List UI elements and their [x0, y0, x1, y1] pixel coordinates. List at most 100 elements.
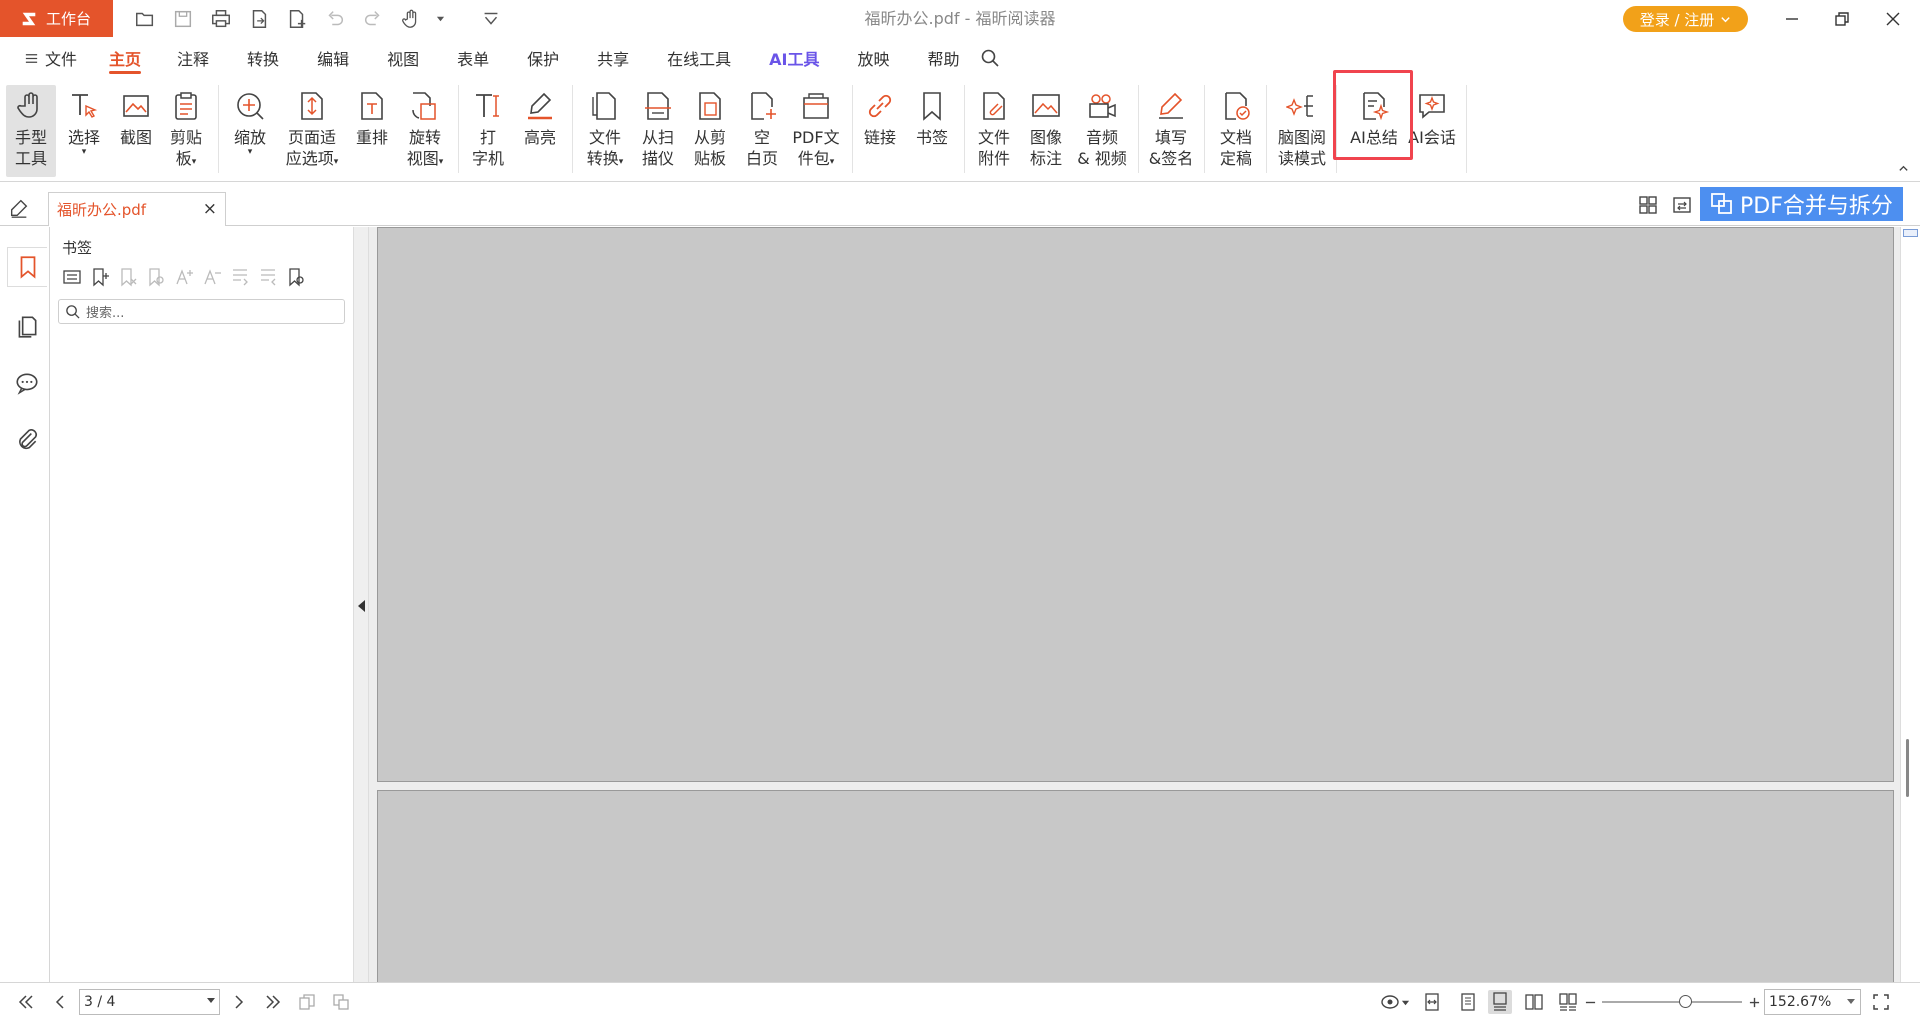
- fit-page-button[interactable]: 页面适 应选项▾: [280, 85, 344, 177]
- page-number-field[interactable]: 3 / 4: [79, 989, 220, 1015]
- undo-icon[interactable]: [316, 0, 354, 37]
- audio-video-button[interactable]: 音频 & 视频: [1074, 85, 1130, 177]
- close-tab-icon[interactable]: ×: [203, 199, 217, 219]
- menu-slideshow[interactable]: 放映: [858, 37, 890, 79]
- zoom-dropdown-icon[interactable]: [1847, 999, 1855, 1004]
- previous-page-icon[interactable]: [48, 990, 72, 1014]
- two-page-continuous-icon[interactable]: [1556, 990, 1580, 1014]
- tab-document[interactable]: 福昕办公.pdf ×: [48, 192, 226, 226]
- menu-edit[interactable]: 编辑: [317, 37, 349, 79]
- zoom-level-field[interactable]: 152.67%: [1764, 989, 1861, 1015]
- file-attachment-button[interactable]: 文件 附件: [972, 85, 1016, 177]
- menu-view[interactable]: 视图: [387, 37, 419, 79]
- image-annotation-button[interactable]: 图像 标注: [1024, 85, 1068, 177]
- vertical-scrollbar[interactable]: [1900, 227, 1920, 982]
- comment-icon[interactable]: [7, 363, 47, 403]
- panel-collapse-handle[interactable]: [353, 227, 369, 982]
- single-page-icon[interactable]: [1456, 990, 1480, 1014]
- collapse-ribbon-icon[interactable]: [1898, 163, 1909, 174]
- zoom-in-icon[interactable]: [1746, 990, 1762, 1014]
- menu-convert[interactable]: 转换: [247, 37, 279, 79]
- menu-form[interactable]: 表单: [457, 37, 489, 79]
- menu-protect[interactable]: 保护: [527, 37, 559, 79]
- hand-tool-button[interactable]: 手型 工具: [6, 85, 56, 177]
- bookmark-settings-icon[interactable]: [284, 265, 308, 289]
- fill-sign-button[interactable]: 填写 &签名: [1146, 85, 1196, 177]
- highlight-button[interactable]: 高亮: [518, 85, 562, 177]
- pdf-package-button[interactable]: PDF文 件包▾: [790, 85, 842, 177]
- blank-page-button[interactable]: 空 白页: [740, 85, 784, 177]
- finalize-button[interactable]: 文档 定稿: [1214, 85, 1258, 177]
- decrease-font-icon[interactable]: [200, 265, 224, 289]
- zoom-slider-track[interactable]: [1602, 1001, 1742, 1003]
- menu-online-tools[interactable]: 在线工具: [667, 37, 731, 79]
- save-icon[interactable]: [164, 0, 202, 37]
- previous-view-icon[interactable]: [295, 990, 319, 1014]
- mindmap-button[interactable]: 脑图阅 读模式: [1274, 85, 1330, 177]
- zoom-out-icon[interactable]: [1582, 990, 1598, 1014]
- fullscreen-icon[interactable]: [1869, 990, 1893, 1014]
- open-folder-icon[interactable]: [126, 0, 164, 37]
- clipboard-button[interactable]: 剪贴 板▾: [164, 85, 208, 177]
- pages-icon[interactable]: [7, 307, 47, 347]
- workspace-button[interactable]: 工作台: [0, 0, 113, 37]
- add-bookmark-icon[interactable]: [88, 265, 112, 289]
- delete-bookmark-icon[interactable]: [116, 265, 140, 289]
- from-scanner-button[interactable]: 从扫 描仪: [636, 85, 680, 177]
- login-button[interactable]: 登录 / 注册: [1623, 6, 1748, 32]
- menu-annotate[interactable]: 注释: [177, 37, 209, 79]
- document-view[interactable]: [369, 227, 1920, 982]
- edit-pen-icon[interactable]: [8, 197, 30, 219]
- export-icon[interactable]: [240, 0, 278, 37]
- fit-width-icon[interactable]: [1420, 990, 1444, 1014]
- hand-icon[interactable]: [392, 0, 430, 37]
- first-page-icon[interactable]: [14, 990, 38, 1014]
- eye-dropdown-icon[interactable]: [1398, 990, 1412, 1014]
- bookmark-button[interactable]: 书签: [910, 85, 954, 177]
- convert-file-button[interactable]: 文件 转换▾: [580, 85, 630, 177]
- menu-help[interactable]: 帮助: [928, 37, 960, 79]
- next-page-icon[interactable]: [227, 990, 251, 1014]
- menu-file[interactable]: 文件: [24, 37, 77, 79]
- bookmark-panel-icon[interactable]: [7, 247, 47, 287]
- scroll-split-handle[interactable]: [1903, 229, 1918, 237]
- hand-dropdown-icon[interactable]: [430, 0, 450, 37]
- two-page-icon[interactable]: [1522, 990, 1546, 1014]
- grid-view-icon[interactable]: [1638, 195, 1658, 215]
- reflow-button[interactable]: 重排: [352, 85, 392, 177]
- menu-share[interactable]: 共享: [597, 37, 629, 79]
- pdf-merge-split-button[interactable]: PDF合并与拆分: [1700, 187, 1903, 221]
- print-icon[interactable]: [202, 0, 240, 37]
- scrollbar-thumb[interactable]: [1906, 739, 1909, 797]
- zoom-slider-knob[interactable]: [1679, 995, 1692, 1008]
- expand-bookmark-icon[interactable]: [228, 265, 252, 289]
- customize-icon[interactable]: [472, 0, 510, 37]
- link-button[interactable]: 链接: [860, 85, 900, 177]
- page-dropdown-icon[interactable]: [207, 998, 215, 1003]
- collapse-bookmark-icon[interactable]: [256, 265, 280, 289]
- increase-font-icon[interactable]: [172, 265, 196, 289]
- new-page-icon[interactable]: [278, 0, 316, 37]
- find-bookmark-icon[interactable]: [144, 265, 168, 289]
- menu-ai-tools[interactable]: AI工具: [769, 37, 819, 79]
- switch-window-icon[interactable]: [1672, 195, 1692, 215]
- restore-icon[interactable]: [1815, 0, 1869, 37]
- ai-chat-button[interactable]: AI会话: [1404, 85, 1460, 177]
- close-icon[interactable]: [1866, 0, 1920, 37]
- minimize-icon[interactable]: [1765, 0, 1819, 37]
- rotate-view-button[interactable]: 旋转 视图▾: [400, 85, 450, 177]
- last-page-icon[interactable]: [261, 990, 285, 1014]
- bookmark-search-input[interactable]: 搜索...: [58, 299, 345, 324]
- attachment-icon[interactable]: [7, 419, 47, 459]
- screenshot-button[interactable]: 截图: [114, 85, 158, 177]
- typewriter-button[interactable]: 打 字机: [466, 85, 510, 177]
- from-clipboard-button[interactable]: 从剪 贴板: [688, 85, 732, 177]
- ai-summary-button[interactable]: AI总结: [1346, 85, 1402, 177]
- continuous-page-icon[interactable]: [1488, 990, 1512, 1014]
- menu-home[interactable]: 主页: [109, 37, 142, 79]
- zoom-button[interactable]: 缩放 ▾: [228, 85, 272, 177]
- bookmark-list-icon[interactable]: [60, 265, 84, 289]
- redo-icon[interactable]: [354, 0, 392, 37]
- next-view-icon[interactable]: [329, 990, 353, 1014]
- select-tool-button[interactable]: 选择 ▾: [62, 85, 106, 177]
